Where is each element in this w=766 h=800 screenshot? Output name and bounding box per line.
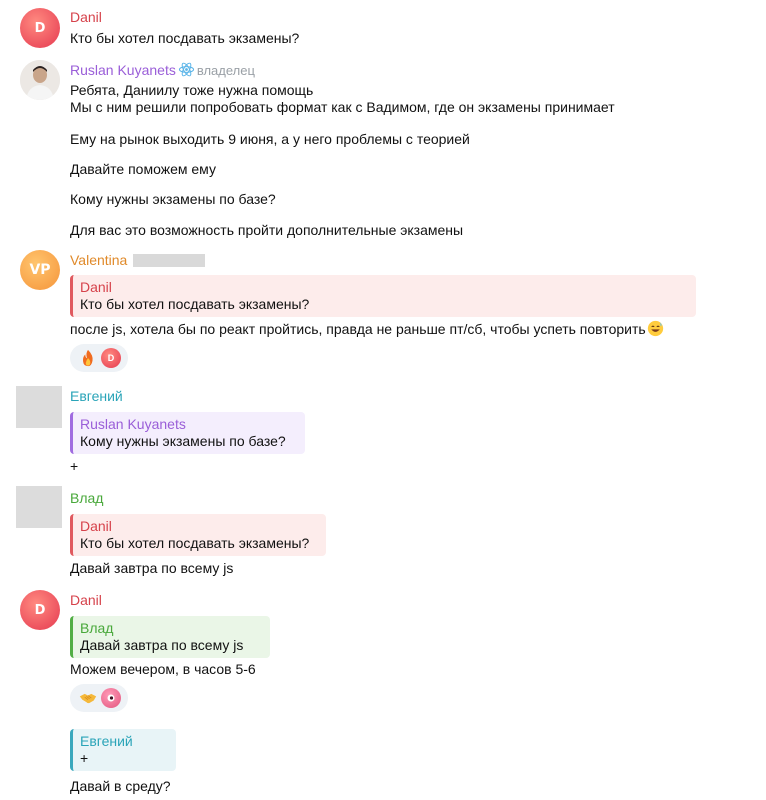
- avatar-danil[interactable]: D: [20, 8, 60, 48]
- reply-quote[interactable]: Ruslan Kuyanets Кому нужны экзамены по б…: [70, 412, 305, 454]
- quote-author: Danil: [80, 518, 112, 534]
- author-name-vlad[interactable]: Влад: [70, 490, 103, 506]
- react-atom-icon: [178, 61, 195, 81]
- message-line: Кому нужны экзамены по базе?: [70, 191, 276, 207]
- message-line: Ему на рынок выходить 9 июня, а у него п…: [70, 131, 470, 147]
- avatar-valentina[interactable]: VP: [20, 250, 60, 290]
- author-header-valentina: Valentina: [70, 252, 206, 268]
- author-name-danil[interactable]: Danil: [70, 9, 102, 25]
- quote-text: Кто бы хотел посдавать экзамены?: [80, 296, 310, 312]
- message-text: после js, хотела бы по реакт пройтись, п…: [70, 320, 664, 340]
- reactor-avatar-pink: [101, 688, 121, 708]
- sweat-smile-emoji-icon: [647, 320, 664, 340]
- role-badge: владелец: [196, 63, 255, 78]
- message-line: Для вас это возможность пройти дополните…: [70, 222, 464, 238]
- reply-quote[interactable]: Danil Кто бы хотел посдавать экзамены?: [70, 514, 326, 556]
- author-header-ruslan: Ruslan Kuyanets владелец: [70, 61, 255, 81]
- fire-emoji-icon: [79, 349, 97, 367]
- author-name-valentina[interactable]: Valentina: [70, 252, 127, 268]
- handshake-emoji-icon: [79, 689, 97, 707]
- avatar-vlad-placeholder[interactable]: [16, 486, 62, 528]
- author-name-evgeniy[interactable]: Евгений: [70, 388, 123, 404]
- quote-author: Евгений: [80, 733, 133, 749]
- message-line: Давайте поможем ему: [70, 161, 216, 177]
- avatar-evgeniy-placeholder[interactable]: [16, 386, 62, 428]
- redacted-surname: [133, 254, 206, 267]
- message-line: Ребята, Даниилу тоже нужна помощь: [70, 82, 314, 98]
- quote-author: Влад: [80, 620, 114, 636]
- quote-text: Давай завтра по всему js: [80, 637, 244, 653]
- avatar-danil[interactable]: D: [20, 590, 60, 630]
- message-text: Можем вечером, в часов 5-6: [70, 661, 256, 677]
- quote-text: Кто бы хотел посдавать экзамены?: [80, 535, 310, 551]
- quote-text: Кому нужны экзамены по базе?: [80, 433, 286, 449]
- message-line: Мы с ним решили попробовать формат как с…: [70, 99, 615, 115]
- reply-quote[interactable]: Евгений +: [70, 729, 176, 771]
- reply-quote[interactable]: Влад Давай завтра по всему js: [70, 616, 270, 658]
- reply-quote[interactable]: Danil Кто бы хотел посдавать экзамены?: [70, 275, 696, 317]
- reaction-pill-handshake[interactable]: [70, 684, 128, 712]
- avatar-ruslan-photo[interactable]: [20, 60, 60, 100]
- quote-author: Danil: [80, 279, 112, 295]
- quote-text: +: [80, 750, 89, 766]
- message-text: Давай в среду?: [70, 778, 171, 794]
- reactor-avatar: D: [101, 348, 121, 368]
- message-text: Давай завтра по всему js: [70, 560, 234, 576]
- message-text-content: после js, хотела бы по реакт пройтись, п…: [70, 321, 646, 337]
- message-text: +: [70, 458, 79, 474]
- author-name-danil[interactable]: Danil: [70, 592, 102, 608]
- message-text: Кто бы хотел посдавать экзамены?: [70, 30, 300, 46]
- person-photo-icon: [20, 60, 60, 100]
- author-name-ruslan[interactable]: Ruslan Kuyanets: [70, 62, 176, 78]
- reaction-pill-fire[interactable]: D: [70, 344, 128, 372]
- quote-author: Ruslan Kuyanets: [80, 416, 186, 432]
